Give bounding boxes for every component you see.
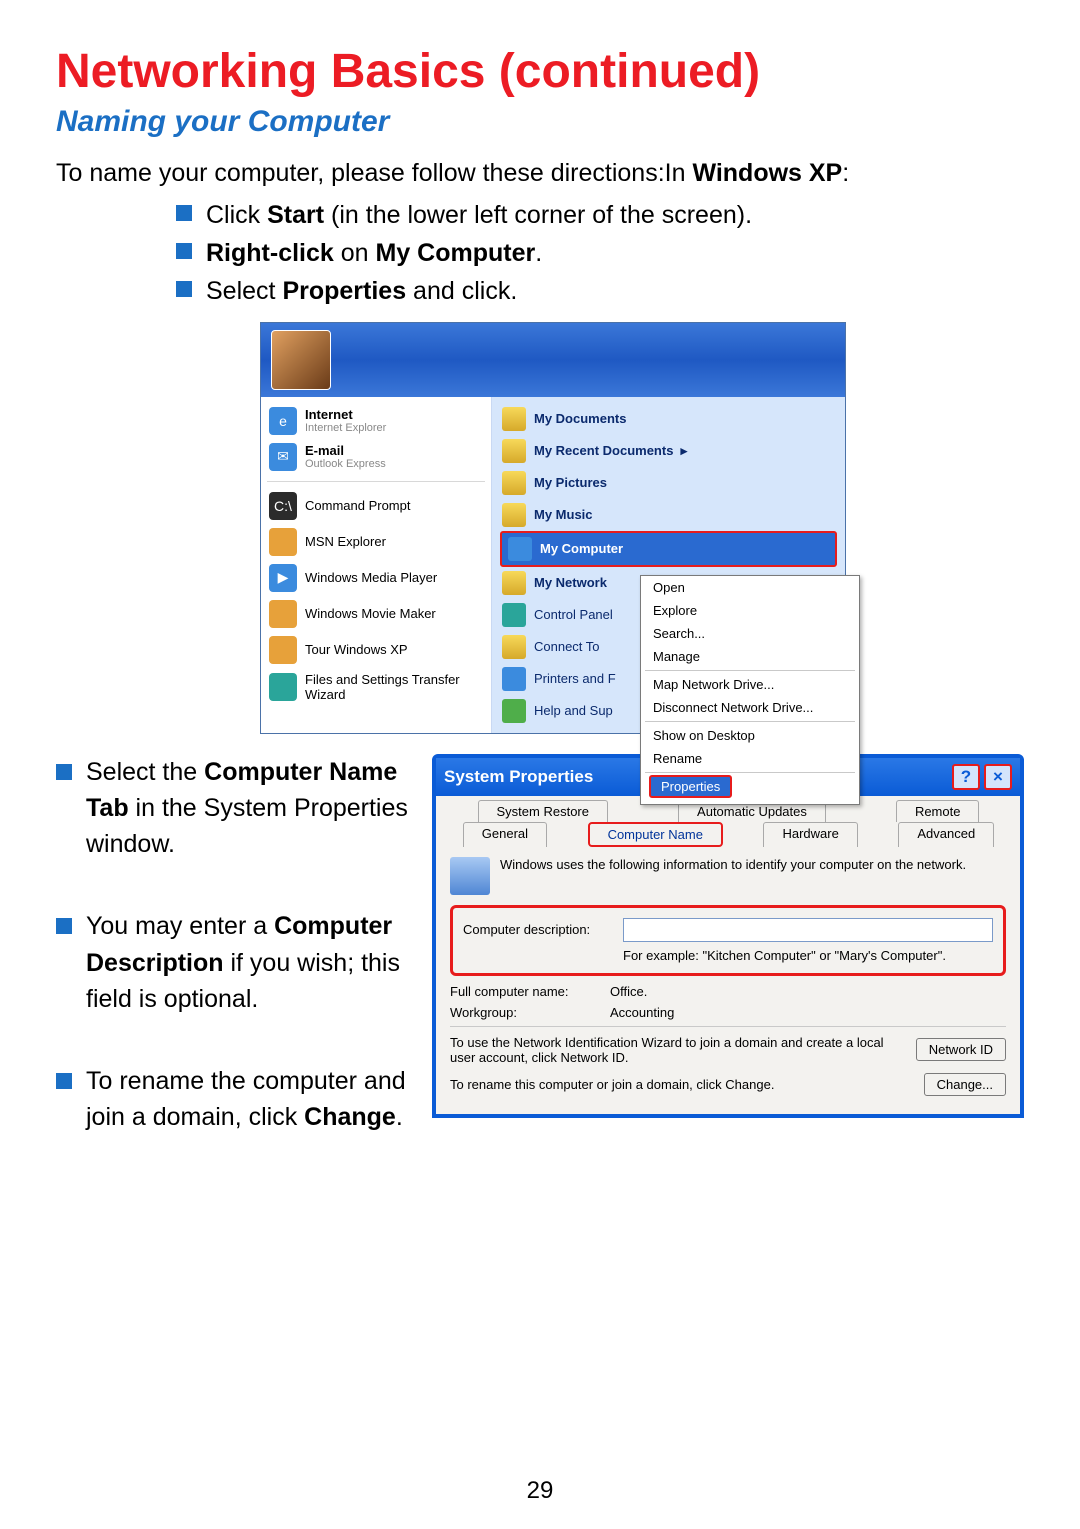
ctx-disconnectdrive[interactable]: Disconnect Network Drive...: [641, 696, 859, 719]
menu-item-tour[interactable]: Tour Windows XP: [265, 632, 487, 668]
page-title: Networking Basics (continued): [56, 44, 1024, 99]
menu-item-internet[interactable]: eInternetInternet Explorer: [265, 403, 487, 439]
menu-item-music[interactable]: My Music: [496, 499, 841, 531]
cmd-icon: C:\: [269, 492, 297, 520]
close-button[interactable]: ×: [984, 764, 1012, 790]
menu-item-pictures[interactable]: My Pictures: [496, 467, 841, 499]
list-item: To rename the computer and join a domain…: [56, 1063, 414, 1136]
ctx-explore[interactable]: Explore: [641, 599, 859, 622]
tab-advanced[interactable]: Advanced: [898, 822, 994, 847]
bullet-square-icon: [56, 764, 72, 780]
menu-item-mydocs[interactable]: My Documents: [496, 403, 841, 435]
transfer-icon: [269, 673, 297, 701]
list-item: Select the Computer Name Tab in the Syst…: [56, 754, 414, 863]
tab-computer-name[interactable]: Computer Name: [588, 822, 723, 847]
folder-icon: [502, 407, 526, 431]
menu-item-moviemaker[interactable]: Windows Movie Maker: [265, 596, 487, 632]
menu-item-cmd[interactable]: C:\Command Prompt: [265, 488, 487, 524]
menu-item-msn[interactable]: MSN Explorer: [265, 524, 487, 560]
start-menu-screenshot: eInternetInternet Explorer ✉E-mailOutloo…: [260, 322, 846, 734]
bullet-square-icon: [56, 1073, 72, 1089]
bullet-square-icon: [176, 281, 192, 297]
folder-icon: [502, 439, 526, 463]
fullname-value: Office.: [610, 984, 647, 999]
change-button[interactable]: Change...: [924, 1073, 1006, 1096]
network-id-text: To use the Network Identification Wizard…: [450, 1035, 904, 1065]
start-menu-userbar: [261, 323, 845, 397]
menu-item-recent[interactable]: My Recent Documents ▸: [496, 435, 841, 467]
ctx-properties[interactable]: Properties: [649, 775, 732, 798]
ctx-rename[interactable]: Rename: [641, 747, 859, 770]
tab-remote[interactable]: Remote: [896, 800, 980, 822]
bullet-square-icon: [176, 243, 192, 259]
ctx-showondesktop[interactable]: Show on Desktop: [641, 724, 859, 747]
ie-icon: e: [269, 407, 297, 435]
msn-icon: [269, 528, 297, 556]
network-id-button[interactable]: Network ID: [916, 1038, 1006, 1061]
tab-hardware[interactable]: Hardware: [763, 822, 857, 847]
context-menu: Open Explore Search... Manage Map Networ…: [640, 575, 860, 805]
bullet-square-icon: [176, 205, 192, 221]
page-number: 29: [0, 1477, 1080, 1505]
help-icon: [502, 699, 526, 723]
workgroup-value: Accounting: [610, 1005, 674, 1020]
tour-icon: [269, 636, 297, 664]
dialog-description: Windows uses the following information t…: [500, 857, 966, 872]
computer-description-input[interactable]: [623, 918, 993, 942]
computer-icon: [450, 857, 490, 895]
intro-text: To name your computer, please follow the…: [56, 157, 1024, 191]
ctx-mapdrive[interactable]: Map Network Drive...: [641, 673, 859, 696]
menu-item-email[interactable]: ✉E-mailOutlook Express: [265, 439, 487, 475]
ctx-manage[interactable]: Manage: [641, 645, 859, 668]
change-text: To rename this computer or join a domain…: [450, 1077, 912, 1092]
connect-icon: [502, 635, 526, 659]
computer-icon: [508, 537, 532, 561]
computer-description-hint: For example: "Kitchen Computer" or "Mary…: [623, 948, 993, 963]
folder-icon: [502, 503, 526, 527]
wmp-icon: ▶: [269, 564, 297, 592]
system-properties-dialog: System Properties ? × System Restore Aut…: [432, 754, 1024, 1118]
computer-description-group: Computer description: For example: "Kitc…: [450, 905, 1006, 976]
network-icon: [502, 571, 526, 595]
tab-system-restore[interactable]: System Restore: [478, 800, 608, 822]
printer-icon: [502, 667, 526, 691]
chevron-right-icon: ▸: [681, 443, 688, 459]
ctx-search[interactable]: Search...: [641, 622, 859, 645]
list-item: You may enter a Computer Description if …: [56, 908, 414, 1017]
tab-general[interactable]: General: [463, 822, 547, 847]
workgroup-label: Workgroup:: [450, 1005, 610, 1020]
menu-item-mycomputer[interactable]: My Computer: [500, 531, 837, 567]
controlpanel-icon: [502, 603, 526, 627]
start-menu-left-pane: eInternetInternet Explorer ✉E-mailOutloo…: [261, 397, 492, 733]
ctx-open[interactable]: Open: [641, 576, 859, 599]
moviemaker-icon: [269, 600, 297, 628]
list-item: Right-click on My Computer.: [176, 235, 1024, 271]
folder-icon: [502, 471, 526, 495]
user-avatar-icon: [271, 330, 331, 390]
fullname-label: Full computer name:: [450, 984, 610, 999]
start-menu-right-pane: My Documents My Recent Documents ▸ My Pi…: [492, 397, 845, 733]
menu-item-fstw[interactable]: Files and Settings Transfer Wizard: [265, 668, 487, 706]
page-subtitle: Naming your Computer: [56, 105, 1024, 139]
list-item: Click Start (in the lower left corner of…: [176, 197, 1024, 233]
help-button[interactable]: ?: [952, 764, 980, 790]
dialog-title: System Properties: [444, 767, 593, 787]
computer-description-label: Computer description:: [463, 922, 623, 937]
mail-icon: ✉: [269, 443, 297, 471]
list-item: Select Properties and click.: [176, 273, 1024, 309]
top-bullet-list: Click Start (in the lower left corner of…: [176, 197, 1024, 310]
menu-item-wmp[interactable]: ▶Windows Media Player: [265, 560, 487, 596]
bottom-bullet-list: Select the Computer Name Tab in the Syst…: [56, 754, 414, 1182]
bullet-square-icon: [56, 918, 72, 934]
